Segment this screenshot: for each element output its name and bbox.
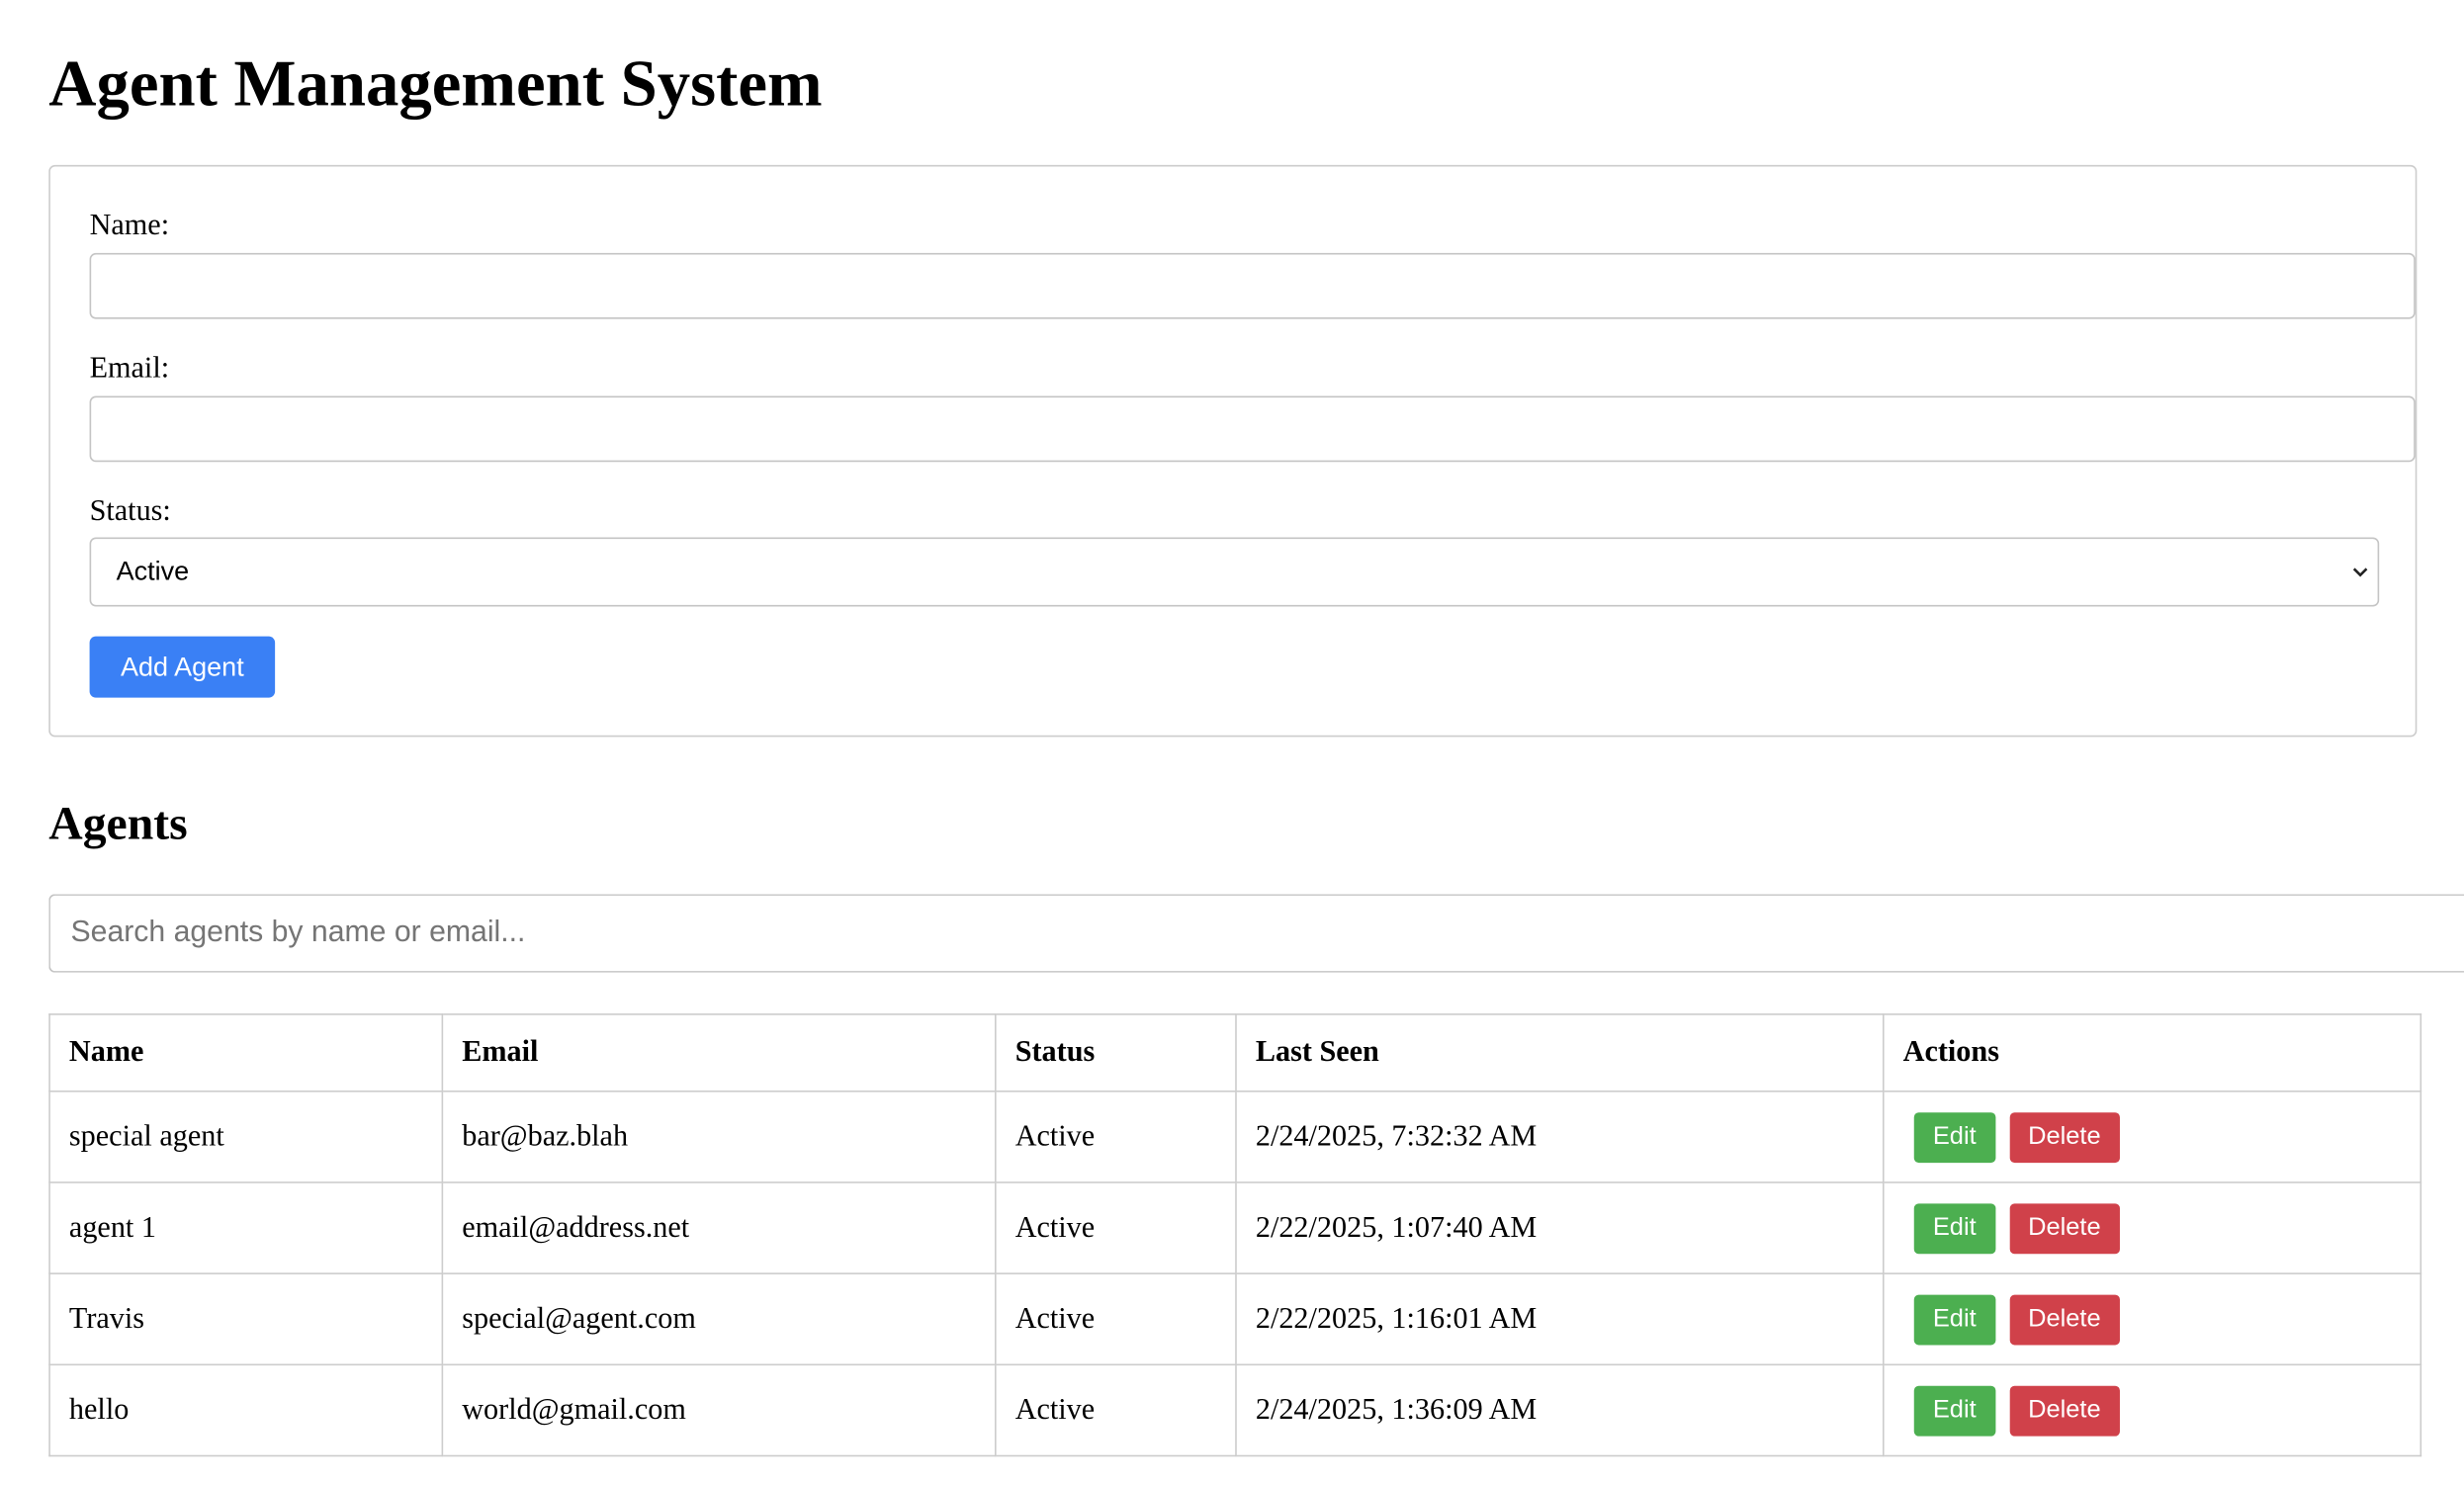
- add-agent-button[interactable]: Add Agent: [89, 636, 276, 698]
- agent-status-cell: Active: [995, 1090, 1237, 1183]
- agent-last-seen-cell: 2/22/2025, 1:16:01 AM: [1235, 1272, 1885, 1366]
- email-label: Email:: [89, 352, 170, 386]
- agent-status-cell: Active: [995, 1363, 1237, 1457]
- column-header-name: Name: [48, 1013, 444, 1092]
- table-header-row: Name Email Status Last Seen Actions: [48, 1013, 2422, 1092]
- delete-button[interactable]: Delete: [2009, 1293, 2120, 1345]
- name-label: Name:: [89, 209, 170, 242]
- agent-email-cell: email@address.net: [441, 1181, 997, 1274]
- agent-name-cell: Travis: [48, 1272, 444, 1366]
- table-row: agent 1 email@address.net Active 2/22/20…: [48, 1181, 2422, 1274]
- add-agent-form: Name: Email: Status: Active Add Agent: [48, 164, 2418, 738]
- column-header-status: Status: [995, 1013, 1237, 1092]
- agent-last-seen-cell: 2/22/2025, 1:07:40 AM: [1235, 1181, 1885, 1274]
- delete-button[interactable]: Delete: [2009, 1202, 2120, 1254]
- edit-button[interactable]: Edit: [1913, 1111, 1995, 1163]
- agent-name-cell: special agent: [48, 1090, 444, 1183]
- agent-actions-cell: Edit Delete: [1882, 1181, 2422, 1274]
- agent-email-cell: world@gmail.com: [441, 1363, 997, 1457]
- agent-name-cell: hello: [48, 1363, 444, 1457]
- edit-button[interactable]: Edit: [1913, 1293, 1995, 1345]
- agent-actions-cell: Edit Delete: [1882, 1090, 2422, 1183]
- table-row: hello world@gmail.com Active 2/24/2025, …: [48, 1363, 2422, 1457]
- search-input[interactable]: Search agents by name or email...: [48, 894, 2464, 973]
- table-row: special agent bar@baz.blah Active 2/24/2…: [48, 1090, 2422, 1183]
- agent-last-seen-cell: 2/24/2025, 7:32:32 AM: [1235, 1090, 1885, 1183]
- agent-status-cell: Active: [995, 1181, 1237, 1274]
- agent-email-cell: bar@baz.blah: [441, 1090, 997, 1183]
- column-header-actions: Actions: [1882, 1013, 2422, 1092]
- page-title: Agent Management System: [48, 48, 823, 122]
- name-input[interactable]: [89, 252, 2416, 319]
- column-header-last-seen: Last Seen: [1235, 1013, 1885, 1092]
- agent-last-seen-cell: 2/24/2025, 1:36:09 AM: [1235, 1363, 1885, 1457]
- agent-actions-cell: Edit Delete: [1882, 1363, 2422, 1457]
- agent-email-cell: special@agent.com: [441, 1272, 997, 1366]
- status-select[interactable]: Active: [89, 537, 2380, 607]
- agent-actions-cell: Edit Delete: [1882, 1272, 2422, 1366]
- agents-heading: Agents: [48, 798, 188, 850]
- status-select-value: Active: [116, 556, 190, 586]
- table-row: Travis special@agent.com Active 2/22/202…: [48, 1272, 2422, 1366]
- delete-button[interactable]: Delete: [2009, 1384, 2120, 1436]
- agent-status-cell: Active: [995, 1272, 1237, 1366]
- chevron-down-icon: [2352, 568, 2368, 577]
- agent-name-cell: agent 1: [48, 1181, 444, 1274]
- page: Agent Management System Name: Email: Sta…: [0, 0, 2464, 1477]
- agents-table: Name Email Status Last Seen Actions spec…: [48, 1013, 2422, 1457]
- delete-button[interactable]: Delete: [2009, 1111, 2120, 1163]
- edit-button[interactable]: Edit: [1913, 1384, 1995, 1436]
- email-input[interactable]: [89, 395, 2416, 463]
- status-label: Status:: [89, 494, 171, 529]
- column-header-email: Email: [441, 1013, 997, 1092]
- search-placeholder: Search agents by name or email...: [70, 916, 526, 949]
- edit-button[interactable]: Edit: [1913, 1202, 1995, 1254]
